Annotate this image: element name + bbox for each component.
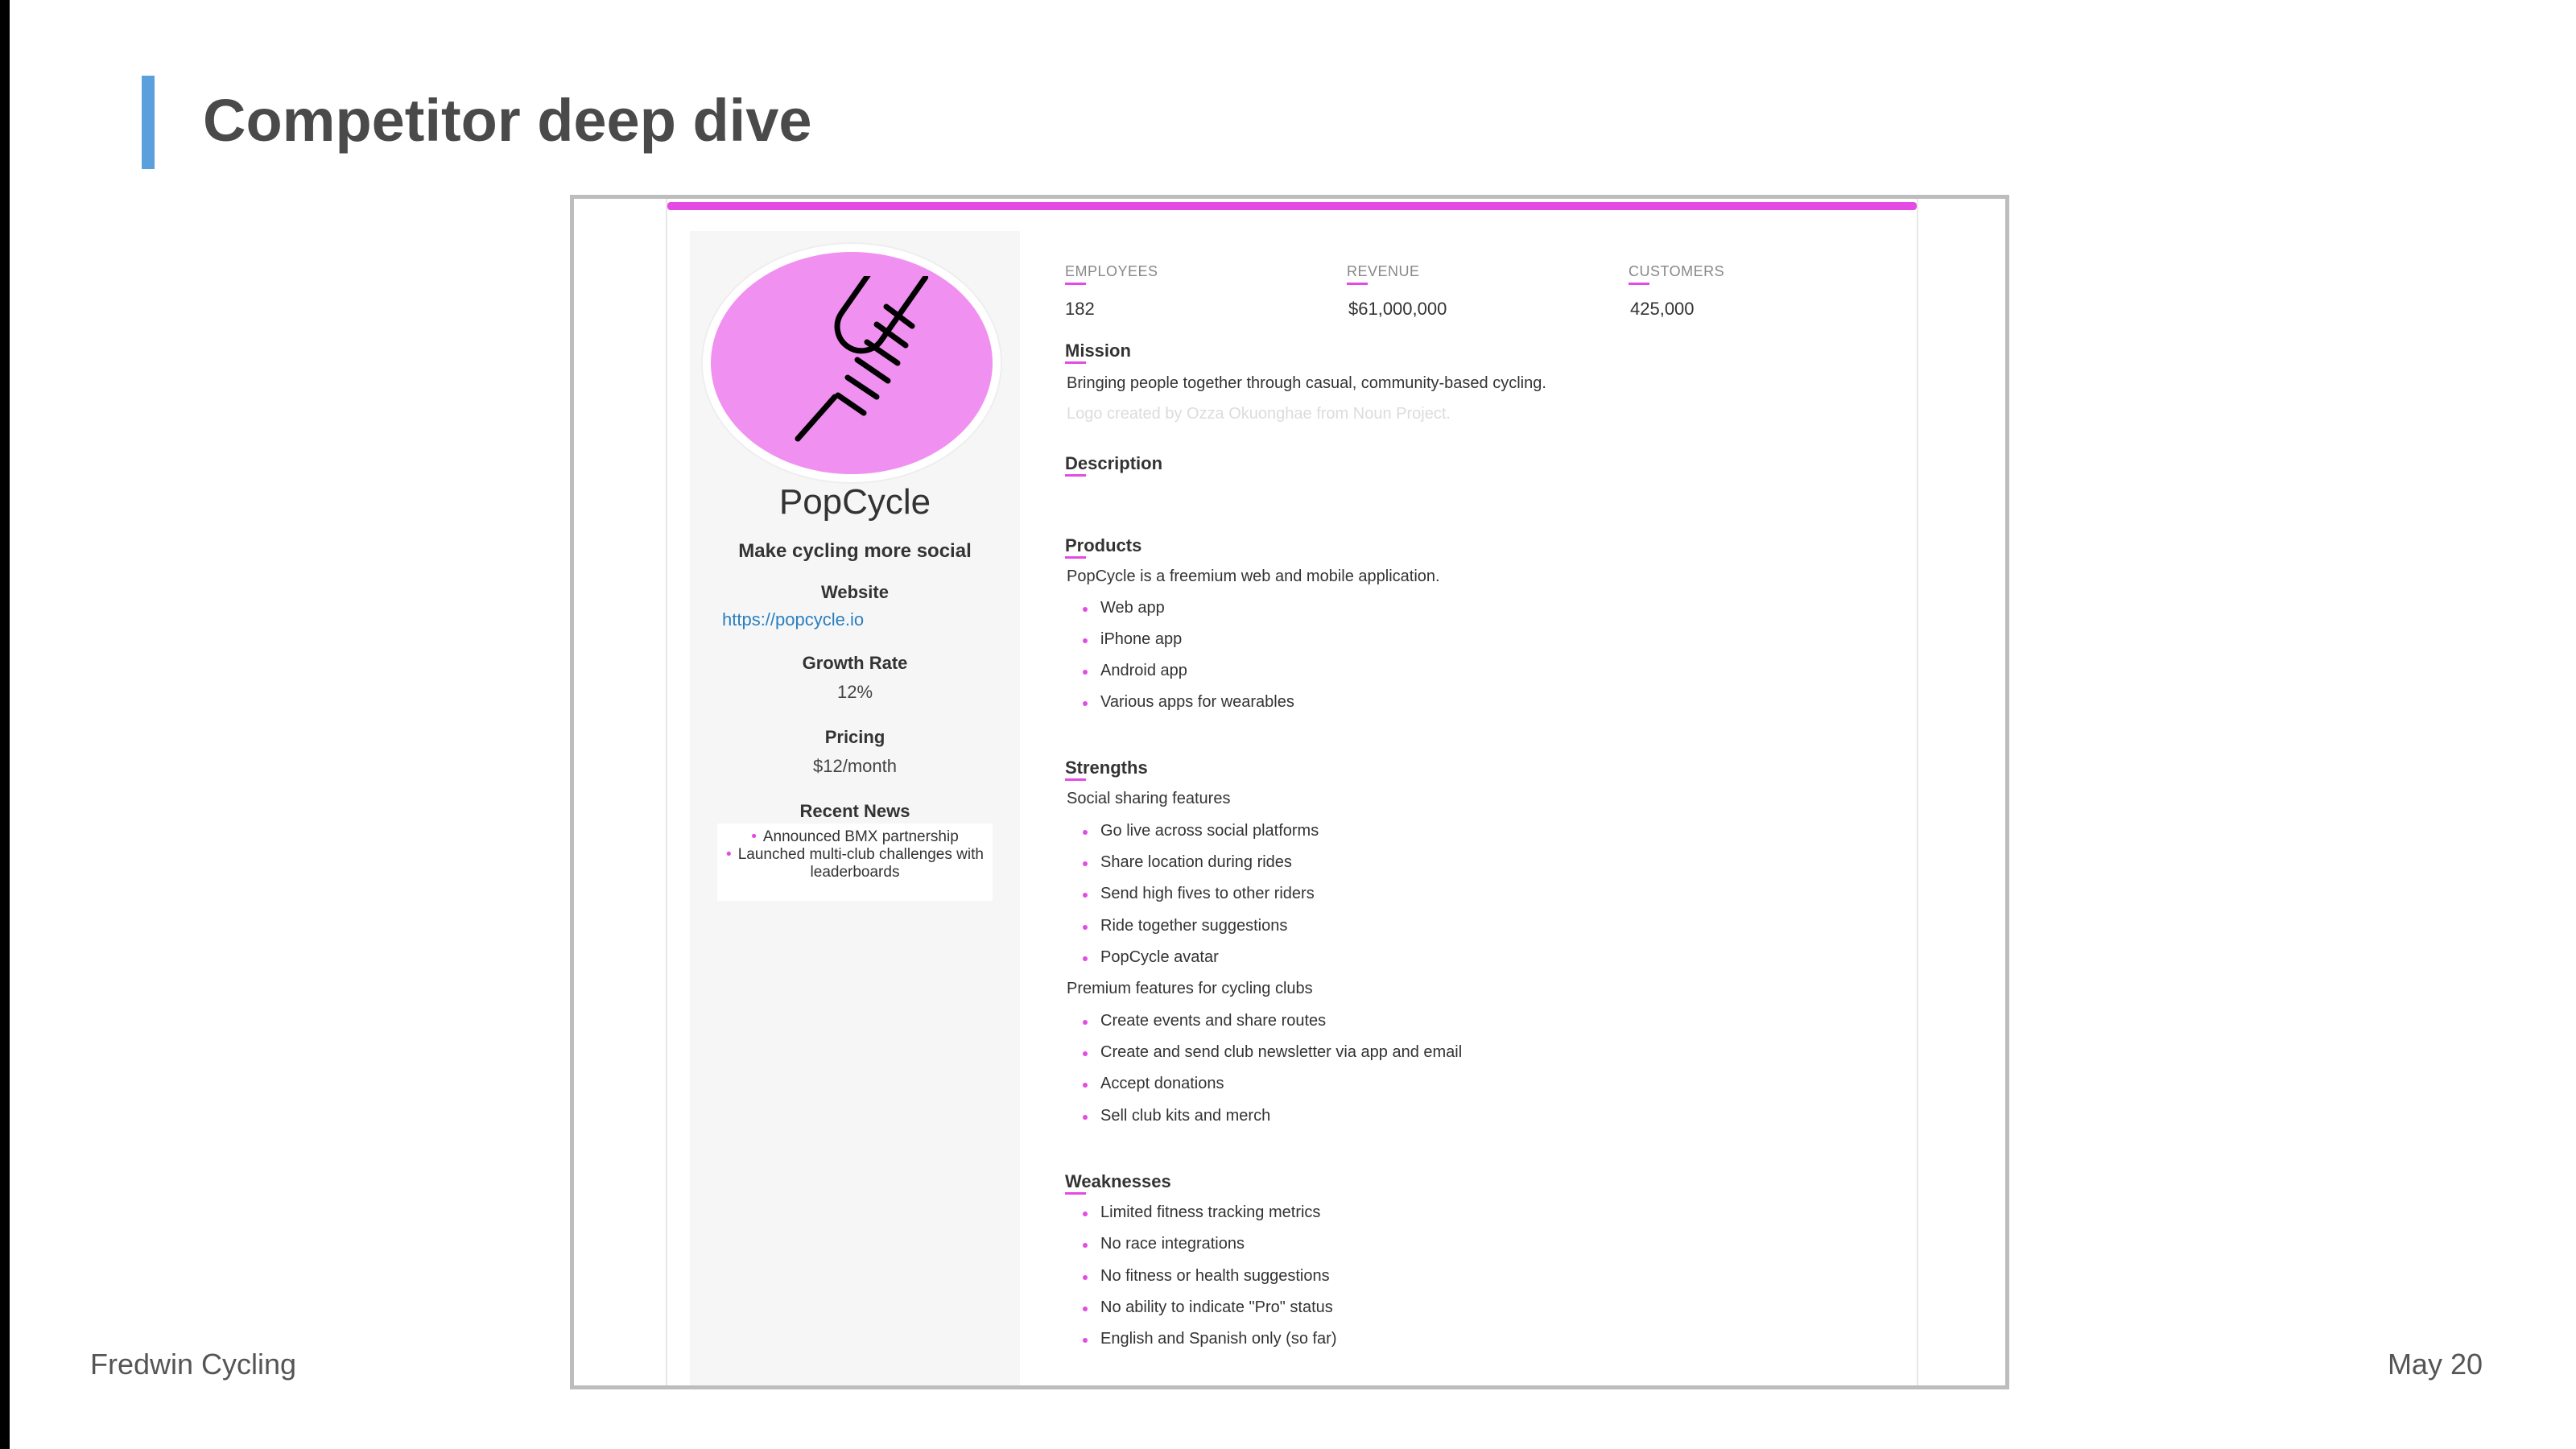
recent-news-list: • Announced BMX partnership • Launched mul…	[717, 824, 993, 901]
growth-rate-value: 12%	[836, 682, 873, 702]
list-item: Create events and share routes	[1083, 1012, 1326, 1030]
popsicle-icon	[795, 276, 928, 442]
footer-company: Fredwin Cycling	[90, 1348, 297, 1381]
weaknesses-heading: Weaknesses	[1065, 1171, 1171, 1191]
products-heading: Products	[1065, 535, 1142, 555]
heading-underline	[1065, 1192, 1086, 1195]
heading-underline	[1065, 474, 1086, 477]
list-item: Go live across social platforms	[1083, 822, 1319, 840]
label-underline	[1065, 283, 1086, 285]
website-label: Website	[821, 582, 889, 602]
list-item: Ride together suggestions	[1083, 917, 1287, 935]
list-item: Send high fives to other riders	[1083, 885, 1315, 903]
list-item: English and Spanish only (so far)	[1083, 1330, 1337, 1348]
revenue-value: $61,000,000	[1348, 299, 1447, 319]
mission-text: Bringing people together through casual,…	[1067, 374, 1546, 392]
heading-underline	[1065, 361, 1086, 364]
recent-news-label: Recent News	[799, 801, 910, 821]
list-item: Limited fitness tracking metrics	[1083, 1203, 1320, 1222]
profile-main: EMPLOYEES 182 REVENUE $61,000,000 CUSTOM…	[1065, 199, 1902, 1385]
slide-title: Competitor deep dive	[203, 87, 812, 154]
label-underline	[1629, 283, 1649, 285]
customers-label: CUSTOMERS	[1629, 263, 1725, 279]
list-item: Web app	[1083, 599, 1165, 617]
list-item: No fitness or health suggestions	[1083, 1267, 1330, 1286]
profile-sidebar: PopCycle Make cycling more social Websit…	[690, 231, 1020, 1385]
strengths-group-social: Social sharing features	[1067, 790, 1231, 807]
title-accent-bar	[142, 76, 155, 169]
strengths-heading: Strengths	[1065, 758, 1148, 778]
list-item: Sell club kits and merch	[1083, 1107, 1270, 1125]
company-logo	[711, 252, 993, 474]
pricing-value: $12/month	[813, 756, 897, 776]
employees-value: 182	[1065, 299, 1095, 319]
label-underline	[1347, 283, 1368, 285]
heading-underline	[1065, 778, 1086, 781]
mission-heading: Mission	[1065, 341, 1131, 361]
customers-value: 425,000	[1630, 299, 1695, 319]
competitor-card: PopCycle Make cycling more social Websit…	[666, 199, 1918, 1385]
footer-date: May 20	[2387, 1348, 2483, 1381]
heading-underline	[1065, 556, 1086, 559]
products-text: PopCycle is a freemium web and mobile ap…	[1067, 568, 1440, 585]
list-item: iPhone app	[1083, 630, 1182, 649]
employees-label: EMPLOYEES	[1065, 263, 1158, 279]
pricing-label: Pricing	[824, 727, 886, 747]
growth-rate-label: Growth Rate	[802, 653, 908, 673]
screenshot-frame: PopCycle Make cycling more social Websit…	[570, 195, 2009, 1389]
logo-credit: Logo created by Ozza Okuonghae from Noun…	[1067, 405, 1451, 423]
list-item: Share location during rides	[1083, 853, 1292, 872]
news-item: • Launched multi-club challenges with lea…	[726, 846, 984, 881]
news-item: • Announced BMX partnership	[751, 828, 959, 845]
revenue-label: REVENUE	[1347, 263, 1420, 279]
window-edge	[0, 0, 10, 1449]
website-link[interactable]: https://popcycle.io	[722, 609, 864, 630]
description-heading: Description	[1065, 453, 1163, 473]
list-item: Accept donations	[1083, 1075, 1224, 1093]
company-tagline: Make cycling more social	[738, 540, 972, 562]
strengths-group-premium: Premium features for cycling clubs	[1067, 980, 1313, 997]
list-item: Android app	[1083, 662, 1187, 680]
list-item: Create and send club newsletter via app …	[1083, 1043, 1462, 1062]
list-item: Various apps for wearables	[1083, 693, 1294, 712]
company-name: PopCycle	[778, 482, 931, 522]
list-item: No race integrations	[1083, 1235, 1245, 1253]
list-item: No ability to indicate "Pro" status	[1083, 1298, 1333, 1317]
list-item: PopCycle avatar	[1083, 948, 1219, 967]
